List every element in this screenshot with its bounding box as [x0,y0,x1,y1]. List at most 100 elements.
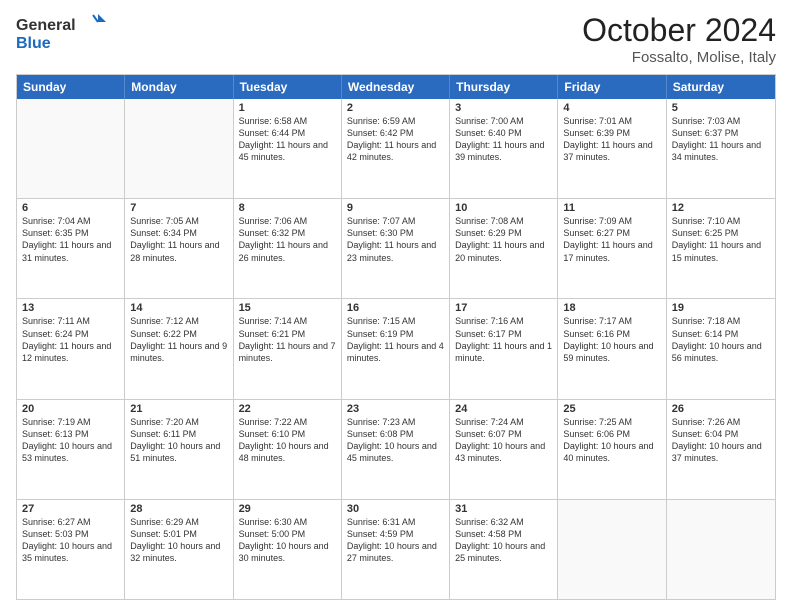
svg-text:Blue: Blue [16,35,51,52]
calendar-cell: 27 Sunrise: 6:27 AMSunset: 5:03 PMDaylig… [17,500,125,599]
day-info: Sunrise: 7:07 AMSunset: 6:30 PMDaylight:… [347,215,444,264]
day-number: 20 [22,403,119,415]
day-info: Sunrise: 7:09 AMSunset: 6:27 PMDaylight:… [563,215,660,264]
day-number: 16 [347,302,444,314]
calendar-header-cell: Friday [558,75,666,99]
day-info: Sunrise: 7:26 AMSunset: 6:04 PMDaylight:… [672,416,770,465]
day-number: 14 [130,302,227,314]
calendar-row: 6 Sunrise: 7:04 AMSunset: 6:35 PMDayligh… [17,198,775,298]
header: General Blue October 2024 Fossalto, Moli… [16,12,776,66]
day-info: Sunrise: 6:59 AMSunset: 6:42 PMDaylight:… [347,115,444,164]
calendar-cell: 20 Sunrise: 7:19 AMSunset: 6:13 PMDaylig… [17,400,125,499]
calendar-cell: 18 Sunrise: 7:17 AMSunset: 6:16 PMDaylig… [558,299,666,398]
day-number: 18 [563,302,660,314]
calendar-cell: 5 Sunrise: 7:03 AMSunset: 6:37 PMDayligh… [667,99,775,198]
calendar-cell: 26 Sunrise: 7:26 AMSunset: 6:04 PMDaylig… [667,400,775,499]
day-info: Sunrise: 7:19 AMSunset: 6:13 PMDaylight:… [22,416,119,465]
day-number: 31 [455,503,552,515]
day-info: Sunrise: 7:12 AMSunset: 6:22 PMDaylight:… [130,315,227,364]
calendar-cell: 15 Sunrise: 7:14 AMSunset: 6:21 PMDaylig… [234,299,342,398]
calendar-cell [17,99,125,198]
day-info: Sunrise: 7:18 AMSunset: 6:14 PMDaylight:… [672,315,770,364]
calendar-header: SundayMondayTuesdayWednesdayThursdayFrid… [17,75,775,99]
calendar-cell: 30 Sunrise: 6:31 AMSunset: 4:59 PMDaylig… [342,500,450,599]
calendar-cell [125,99,233,198]
calendar-header-cell: Wednesday [342,75,450,99]
day-number: 7 [130,202,227,214]
calendar-body: 1 Sunrise: 6:58 AMSunset: 6:44 PMDayligh… [17,99,775,599]
calendar-cell: 14 Sunrise: 7:12 AMSunset: 6:22 PMDaylig… [125,299,233,398]
day-number: 17 [455,302,552,314]
calendar-cell: 9 Sunrise: 7:07 AMSunset: 6:30 PMDayligh… [342,199,450,298]
day-info: Sunrise: 7:17 AMSunset: 6:16 PMDaylight:… [563,315,660,364]
day-number: 24 [455,403,552,415]
day-number: 6 [22,202,119,214]
calendar-cell: 29 Sunrise: 6:30 AMSunset: 5:00 PMDaylig… [234,500,342,599]
day-number: 1 [239,102,336,114]
day-number: 22 [239,403,336,415]
calendar-cell: 17 Sunrise: 7:16 AMSunset: 6:17 PMDaylig… [450,299,558,398]
day-number: 26 [672,403,770,415]
calendar-cell: 6 Sunrise: 7:04 AMSunset: 6:35 PMDayligh… [17,199,125,298]
calendar-cell: 3 Sunrise: 7:00 AMSunset: 6:40 PMDayligh… [450,99,558,198]
day-number: 10 [455,202,552,214]
day-info: Sunrise: 7:20 AMSunset: 6:11 PMDaylight:… [130,416,227,465]
day-number: 25 [563,403,660,415]
day-number: 13 [22,302,119,314]
day-info: Sunrise: 6:27 AMSunset: 5:03 PMDaylight:… [22,516,119,565]
day-info: Sunrise: 7:25 AMSunset: 6:06 PMDaylight:… [563,416,660,465]
calendar-cell: 10 Sunrise: 7:08 AMSunset: 6:29 PMDaylig… [450,199,558,298]
calendar-row: 1 Sunrise: 6:58 AMSunset: 6:44 PMDayligh… [17,99,775,198]
calendar-cell: 23 Sunrise: 7:23 AMSunset: 6:08 PMDaylig… [342,400,450,499]
calendar-cell: 22 Sunrise: 7:22 AMSunset: 6:10 PMDaylig… [234,400,342,499]
day-info: Sunrise: 7:00 AMSunset: 6:40 PMDaylight:… [455,115,552,164]
calendar-header-cell: Sunday [17,75,125,99]
calendar-cell: 1 Sunrise: 6:58 AMSunset: 6:44 PMDayligh… [234,99,342,198]
day-number: 15 [239,302,336,314]
day-info: Sunrise: 7:03 AMSunset: 6:37 PMDaylight:… [672,115,770,164]
calendar-cell [558,500,666,599]
day-info: Sunrise: 6:32 AMSunset: 4:58 PMDaylight:… [455,516,552,565]
day-info: Sunrise: 7:06 AMSunset: 6:32 PMDaylight:… [239,215,336,264]
calendar-header-cell: Thursday [450,75,558,99]
calendar-header-cell: Tuesday [234,75,342,99]
day-info: Sunrise: 7:04 AMSunset: 6:35 PMDaylight:… [22,215,119,264]
day-info: Sunrise: 6:58 AMSunset: 6:44 PMDaylight:… [239,115,336,164]
day-info: Sunrise: 7:23 AMSunset: 6:08 PMDaylight:… [347,416,444,465]
calendar-cell: 2 Sunrise: 6:59 AMSunset: 6:42 PMDayligh… [342,99,450,198]
calendar-cell: 11 Sunrise: 7:09 AMSunset: 6:27 PMDaylig… [558,199,666,298]
page: General Blue October 2024 Fossalto, Moli… [0,0,792,612]
location-title: Fossalto, Molise, Italy [582,49,776,66]
month-title: October 2024 [582,12,776,49]
calendar-cell: 8 Sunrise: 7:06 AMSunset: 6:32 PMDayligh… [234,199,342,298]
day-number: 5 [672,102,770,114]
logo-svg: General Blue [16,12,106,56]
day-info: Sunrise: 7:05 AMSunset: 6:34 PMDaylight:… [130,215,227,264]
day-info: Sunrise: 7:16 AMSunset: 6:17 PMDaylight:… [455,315,552,364]
calendar-cell: 25 Sunrise: 7:25 AMSunset: 6:06 PMDaylig… [558,400,666,499]
day-number: 4 [563,102,660,114]
day-number: 11 [563,202,660,214]
day-info: Sunrise: 7:24 AMSunset: 6:07 PMDaylight:… [455,416,552,465]
day-number: 19 [672,302,770,314]
calendar-cell: 13 Sunrise: 7:11 AMSunset: 6:24 PMDaylig… [17,299,125,398]
calendar-cell: 21 Sunrise: 7:20 AMSunset: 6:11 PMDaylig… [125,400,233,499]
day-info: Sunrise: 7:14 AMSunset: 6:21 PMDaylight:… [239,315,336,364]
day-info: Sunrise: 6:30 AMSunset: 5:00 PMDaylight:… [239,516,336,565]
day-info: Sunrise: 6:29 AMSunset: 5:01 PMDaylight:… [130,516,227,565]
calendar-cell: 7 Sunrise: 7:05 AMSunset: 6:34 PMDayligh… [125,199,233,298]
calendar-cell: 28 Sunrise: 6:29 AMSunset: 5:01 PMDaylig… [125,500,233,599]
calendar-header-cell: Monday [125,75,233,99]
calendar: SundayMondayTuesdayWednesdayThursdayFrid… [16,74,776,600]
day-info: Sunrise: 7:15 AMSunset: 6:19 PMDaylight:… [347,315,444,364]
calendar-cell: 16 Sunrise: 7:15 AMSunset: 6:19 PMDaylig… [342,299,450,398]
day-number: 12 [672,202,770,214]
day-number: 2 [347,102,444,114]
calendar-cell: 19 Sunrise: 7:18 AMSunset: 6:14 PMDaylig… [667,299,775,398]
calendar-row: 27 Sunrise: 6:27 AMSunset: 5:03 PMDaylig… [17,499,775,599]
day-info: Sunrise: 7:10 AMSunset: 6:25 PMDaylight:… [672,215,770,264]
day-number: 21 [130,403,227,415]
calendar-cell: 24 Sunrise: 7:24 AMSunset: 6:07 PMDaylig… [450,400,558,499]
day-info: Sunrise: 6:31 AMSunset: 4:59 PMDaylight:… [347,516,444,565]
day-info: Sunrise: 7:08 AMSunset: 6:29 PMDaylight:… [455,215,552,264]
